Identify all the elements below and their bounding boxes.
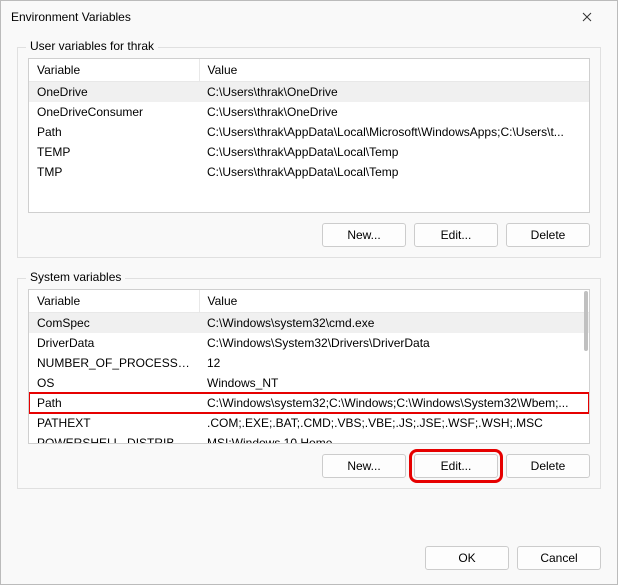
window-title: Environment Variables [11,10,567,24]
delete-button[interactable]: Delete [506,223,590,247]
user-variables-group: User variables for thrak Variable Value … [17,47,601,258]
cell-value: C:\Windows\system32;C:\Windows;C:\Window… [199,393,589,413]
table-row[interactable]: DriverData C:\Windows\System32\Drivers\D… [29,333,589,353]
cell-value: Windows_NT [199,373,589,393]
cell-value: C:\Users\thrak\AppData\Local\Temp [199,142,589,162]
dialog-content: User variables for thrak Variable Value … [1,33,617,536]
table-header-row: Variable Value [29,59,589,82]
cell-value: C:\Users\thrak\AppData\Local\Microsoft\W… [199,122,589,142]
col-variable[interactable]: Variable [29,290,199,313]
new-button[interactable]: New... [322,223,406,247]
table-row[interactable]: ComSpec C:\Windows\system32\cmd.exe [29,313,589,334]
cell-variable: OS [29,373,199,393]
scrollbar-thumb[interactable] [584,291,588,351]
table-row[interactable]: PATHEXT .COM;.EXE;.BAT;.CMD;.VBS;.VBE;.J… [29,413,589,433]
new-button[interactable]: New... [322,454,406,478]
cell-value: C:\Users\thrak\AppData\Local\Temp [199,162,589,182]
cell-variable: OneDriveConsumer [29,102,199,122]
cell-variable: NUMBER_OF_PROCESSORS [29,353,199,373]
cell-value: C:\Users\thrak\OneDrive [199,102,589,122]
system-table-wrap: Variable Value ComSpec C:\Windows\system… [28,289,590,444]
cell-variable: Path [29,122,199,142]
table-row[interactable]: POWERSHELL_DISTRIBUTIO... MSI:Windows 10… [29,433,589,444]
system-variables-group: System variables Variable Value ComSpec [17,278,601,489]
cell-value: MSI:Windows 10 Home [199,433,589,444]
col-variable[interactable]: Variable [29,59,199,82]
cell-variable: PATHEXT [29,413,199,433]
table-row[interactable]: TEMP C:\Users\thrak\AppData\Local\Temp [29,142,589,162]
table-row[interactable]: OneDrive C:\Users\thrak\OneDrive [29,82,589,103]
table-header-row: Variable Value [29,290,589,313]
dialog-footer: OK Cancel [1,536,617,584]
cell-value: C:\Windows\System32\Drivers\DriverData [199,333,589,353]
col-value[interactable]: Value [199,290,589,313]
cell-value: C:\Users\thrak\OneDrive [199,82,589,103]
cell-value: C:\Windows\system32\cmd.exe [199,313,589,334]
system-button-row: New... Edit... Delete [28,454,590,478]
table-row[interactable]: Path C:\Windows\system32;C:\Windows;C:\W… [29,393,589,413]
env-vars-dialog: Environment Variables User variables for… [0,0,618,585]
cell-variable: TEMP [29,142,199,162]
delete-button[interactable]: Delete [506,454,590,478]
table-row[interactable]: TMP C:\Users\thrak\AppData\Local\Temp [29,162,589,182]
ok-button[interactable]: OK [425,546,509,570]
edit-button[interactable]: Edit... [414,223,498,247]
user-button-row: New... Edit... Delete [28,223,590,247]
cell-variable: OneDrive [29,82,199,103]
user-table-wrap: Variable Value OneDrive C:\Users\thrak\O… [28,58,590,213]
system-variables-table[interactable]: Variable Value ComSpec C:\Windows\system… [29,290,589,444]
cell-variable: TMP [29,162,199,182]
cell-variable: DriverData [29,333,199,353]
close-icon[interactable] [567,3,607,31]
cell-variable: POWERSHELL_DISTRIBUTIO... [29,433,199,444]
cancel-button[interactable]: Cancel [517,546,601,570]
col-value[interactable]: Value [199,59,589,82]
table-row[interactable]: OS Windows_NT [29,373,589,393]
cell-variable: ComSpec [29,313,199,334]
user-variables-table[interactable]: Variable Value OneDrive C:\Users\thrak\O… [29,59,589,182]
titlebar: Environment Variables [1,1,617,33]
table-row[interactable]: Path C:\Users\thrak\AppData\Local\Micros… [29,122,589,142]
table-row[interactable]: OneDriveConsumer C:\Users\thrak\OneDrive [29,102,589,122]
cell-value: 12 [199,353,589,373]
edit-button[interactable]: Edit... [414,454,498,478]
system-group-label: System variables [26,270,125,284]
cell-variable: Path [29,393,199,413]
cell-value: .COM;.EXE;.BAT;.CMD;.VBS;.VBE;.JS;.JSE;.… [199,413,589,433]
user-group-label: User variables for thrak [26,39,158,53]
table-row[interactable]: NUMBER_OF_PROCESSORS 12 [29,353,589,373]
